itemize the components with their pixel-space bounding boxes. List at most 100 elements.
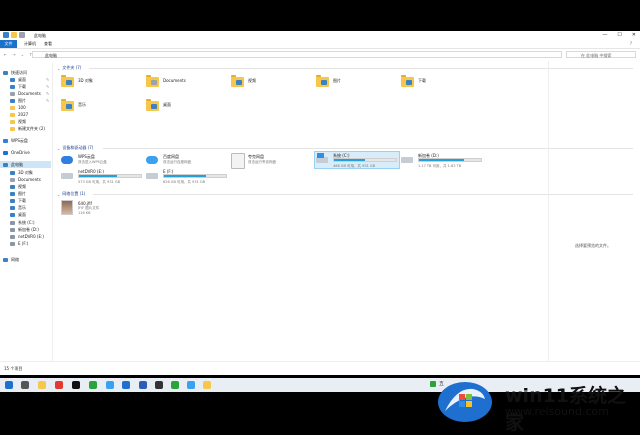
pin-icon[interactable]: ✎ [46,90,49,97]
word-icon[interactable] [139,381,147,389]
address-path: 此电脑 [45,53,57,58]
sidebar-item[interactable]: 此电脑 [0,161,51,168]
close-icon[interactable]: ✕ [632,31,636,40]
sidebar-item-label: 此电脑 [11,162,23,167]
sidebar-item[interactable]: 100 [0,104,51,111]
sidebar-item[interactable]: 图片 [0,190,51,197]
file-size: 116 KB [78,211,91,215]
ime-icon[interactable] [430,380,436,387]
group-devices-header[interactable]: ⌄ 设备和驱动器 (7) [57,145,93,151]
folder-tile[interactable]: Documents [146,75,206,91]
drive-tile[interactable]: netDVR0 (E:) 573 GB 可用，共 931 GB [61,169,145,185]
chevron-down-icon: ⌄ [57,65,61,71]
cloud-drive-tile[interactable]: 夸克网盘 双击运行夸克网盘 [231,153,315,169]
wechat-icon[interactable] [171,381,179,389]
sidebar-item[interactable]: 网络 [0,256,51,263]
sidebar-item-label: 音乐 [18,205,26,210]
computer-icon[interactable] [3,32,9,38]
sidebar-item-label: 桌面 [18,212,26,217]
folder-tile[interactable]: 下载 [401,75,461,91]
network-icon [3,257,8,262]
folder-tile[interactable]: 图片 [316,75,376,91]
tab-computer[interactable]: 计算机 [24,40,36,48]
properties-icon[interactable] [19,32,25,38]
sidebar-item[interactable]: 新建文件夹 (2) [0,125,51,132]
folder-tile[interactable]: 音乐 [61,99,121,115]
chat-icon[interactable] [122,381,130,389]
wps-cloud-icon [61,156,73,164]
sidebar-item-label: 网络 [11,257,19,262]
preview-pane: 选择要预览的文件。 [548,61,640,361]
cloud-drive-subtitle: 双击进入WPS云盘 [78,160,107,164]
photos-icon[interactable] [187,381,195,389]
sidebar-item[interactable]: 视频 [0,118,51,125]
sidebar-item-label: 视频 [18,184,26,189]
folder-tile[interactable]: 桌面 [146,99,206,115]
sidebar-item[interactable]: 桌面 [0,211,51,218]
folder-tile[interactable]: 3D 对象 [61,75,121,91]
sidebar-item[interactable]: Documents [0,176,51,183]
tab-view[interactable]: 查看 [44,40,52,48]
folder-icon[interactable] [11,32,17,38]
sidebar-item[interactable]: OneDrive [0,149,51,156]
sidebar-item[interactable]: Documents ✎ [0,90,51,97]
sidebar-item[interactable]: 下载 ✎ [0,83,51,90]
folder-icon[interactable] [203,381,211,389]
search-input[interactable]: 在 此电脑 中搜索 [566,51,636,58]
tab-file[interactable]: 文件 [0,40,17,48]
tiktok-icon[interactable] [72,381,80,389]
search-app-icon[interactable] [106,381,114,389]
cloud-drive-tile[interactable]: WPS云盘 双击进入WPS云盘 [61,153,145,169]
sidebar-item-label: Documents [18,177,41,182]
sidebar-item[interactable]: 下载 [0,197,51,204]
sidebar-item[interactable]: 新加卷 (D:) [0,226,51,233]
folder-label: 桌面 [163,102,171,107]
drive-icon [146,173,158,179]
sidebar-item[interactable]: 桌面 ✎ [0,76,51,83]
cube-folder-icon [61,75,74,88]
drive-icon [10,241,15,246]
sidebar-item[interactable]: netDVR0 (E:) [0,233,51,240]
sidebar-item[interactable]: 2027 [0,111,51,118]
help-icon[interactable]: ? [630,40,632,48]
drive-tile[interactable]: E (F:) 626 GB 可用，共 931 GB [146,169,230,185]
browser-icon[interactable] [89,381,97,389]
pin-icon[interactable]: ✎ [46,76,49,83]
network-file-tile[interactable]: 640.jfif JFIF 图片文件 116 KB [61,200,131,218]
file-explorer-icon[interactable] [38,381,46,389]
pin-icon[interactable]: ✎ [46,83,49,90]
drive-tile[interactable]: 系统 (C:) 466 GB 可用，共 931 GB [316,153,400,169]
drive-usage-fill [164,175,206,177]
minimize-icon[interactable]: — [602,31,607,40]
sidebar-item[interactable]: 快速访问 [0,69,51,76]
sidebar-item[interactable]: 视频 [0,183,51,190]
start-icon[interactable] [5,381,13,389]
folder-tile[interactable]: 视频 [231,75,291,91]
sidebar-item-label: 100 [18,105,26,110]
search-icon[interactable] [21,381,29,389]
pin-icon[interactable]: ✎ [46,97,49,104]
watermark-url: www.relsound.com [505,405,609,418]
sidebar-item[interactable]: 音乐 [0,204,51,211]
sidebar-item[interactable]: 系统 (C:) [0,219,51,226]
drive-tile[interactable]: 新加卷 (D:) 1.17 TB 可用，共 1.63 TB [401,153,485,169]
music-icon [10,205,15,210]
address-bar[interactable]: 此电脑 [32,51,562,58]
qq-icon[interactable] [155,381,163,389]
sidebar-item-label: 3D 对象 [18,170,33,175]
group-folders-header[interactable]: ⌄ 文件夹 (7) [57,65,81,71]
drive-free-space: 1.17 TB 可用，共 1.63 TB [418,164,462,168]
maximize-icon[interactable]: ☐ [617,31,621,40]
sidebar-item[interactable]: 图片 ✎ [0,97,51,104]
wps-icon[interactable] [55,381,63,389]
back-arrow-icon[interactable]: ← [4,49,7,60]
cloud-drive-tile[interactable]: 百度网盘 双击运行百度网盘 [146,153,230,169]
forward-arrow-icon[interactable]: → [12,49,15,60]
group-devices-label: 设备和驱动器 (7) [62,145,94,150]
recent-chevron-icon[interactable]: ⌄ [21,49,24,60]
sidebar-item[interactable]: WPS云盘 [0,137,51,144]
window-title: 此电脑 [34,33,46,38]
sidebar-item[interactable]: 3D 对象 [0,169,51,176]
sidebar-item[interactable]: E (F:) [0,240,51,247]
group-network-header[interactable]: ⌄ 网络位置 (1) [57,191,85,197]
